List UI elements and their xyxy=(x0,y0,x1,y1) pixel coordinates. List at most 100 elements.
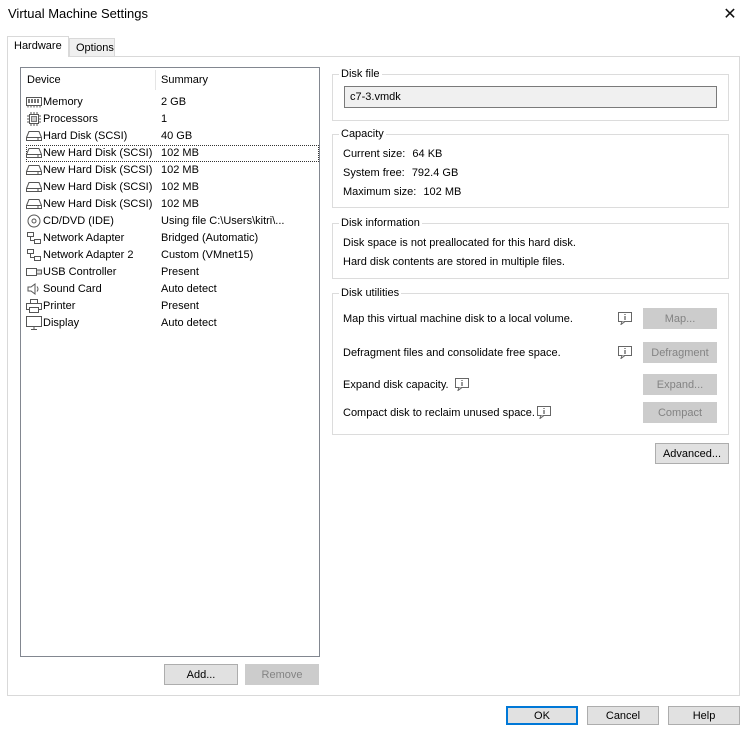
device-row[interactable]: USB Controller Present xyxy=(25,264,319,281)
system-free-value: 792.4 GB xyxy=(411,167,459,179)
device-name: Hard Disk (SCSI) xyxy=(43,130,128,142)
device-row[interactable]: Display Auto detect xyxy=(25,315,319,332)
current-size-value: 64 KB xyxy=(412,148,443,160)
column-header-summary[interactable]: Summary xyxy=(161,74,208,86)
capacity-title: Capacity xyxy=(339,128,386,140)
device-name: Printer xyxy=(43,300,76,312)
device-name: CD/DVD (IDE) xyxy=(43,215,114,227)
device-row[interactable]: Memory 2 GB xyxy=(25,94,319,111)
display-icon xyxy=(26,316,42,330)
compact-info-icon[interactable] xyxy=(537,406,551,422)
expand-info-icon[interactable] xyxy=(455,378,469,394)
device-summary: Custom (VMnet15) xyxy=(161,249,254,261)
system-free-row: System free: 792.4 GB xyxy=(343,167,458,179)
advanced-button[interactable]: Advanced... xyxy=(655,443,729,464)
compact-button[interactable]: Compact xyxy=(643,402,717,423)
disk-file-group: Disk file c7-3.vmdk xyxy=(332,68,729,121)
column-separator[interactable] xyxy=(155,70,156,90)
window-title: Virtual Machine Settings xyxy=(8,6,148,21)
capacity-group: Capacity Current size: 64 KB System free… xyxy=(332,128,729,208)
hard-disk-icon xyxy=(26,197,42,211)
device-name: Sound Card xyxy=(43,283,102,295)
device-name: Processors xyxy=(43,113,99,125)
close-icon: ✕ xyxy=(723,6,737,23)
device-row[interactable]: Processors 1 xyxy=(25,111,319,128)
expand-button[interactable]: Expand... xyxy=(643,374,717,395)
device-name: Network Adapter xyxy=(43,232,125,244)
max-size-row: Maximum size: 102 MB xyxy=(343,186,461,198)
device-summary: Present xyxy=(161,300,199,312)
disk-information-group: Disk information Disk space is not preal… xyxy=(332,217,729,279)
disk-utilities-group: Disk utilities Map this virtual machine … xyxy=(332,287,729,435)
device-name: New Hard Disk (SCSI) xyxy=(43,198,153,210)
map-info-icon[interactable] xyxy=(618,312,632,328)
defragment-info-icon[interactable] xyxy=(618,346,632,362)
device-row[interactable]: New Hard Disk (SCSI) 102 MB xyxy=(25,162,319,179)
device-summary: Using file C:\Users\kitri\... xyxy=(161,215,285,227)
map-description: Map this virtual machine disk to a local… xyxy=(343,313,573,325)
cancel-button[interactable]: Cancel xyxy=(587,706,659,725)
device-summary: 102 MB xyxy=(161,181,199,193)
device-row[interactable]: Sound Card Auto detect xyxy=(25,281,319,298)
device-row[interactable]: New Hard Disk (SCSI) 102 MB xyxy=(25,145,319,162)
tab-options[interactable]: Options xyxy=(69,38,115,56)
device-summary: Bridged (Automatic) xyxy=(161,232,259,244)
device-summary: Present xyxy=(161,266,199,278)
max-size-label: Maximum size: xyxy=(343,186,417,198)
device-name: New Hard Disk (SCSI) xyxy=(43,147,153,159)
close-button[interactable]: ✕ xyxy=(713,0,747,28)
cd-dvd-icon xyxy=(26,214,42,228)
system-free-label: System free: xyxy=(343,167,405,179)
current-size-label: Current size: xyxy=(343,148,406,160)
device-summary: 40 GB xyxy=(161,130,193,142)
memory-icon xyxy=(26,95,42,109)
device-name: Network Adapter 2 xyxy=(43,249,134,261)
device-summary: 102 MB xyxy=(161,198,199,210)
disk-file-field[interactable]: c7-3.vmdk xyxy=(344,86,717,108)
device-summary: 102 MB xyxy=(161,147,199,159)
current-size-row: Current size: 64 KB xyxy=(343,148,442,160)
map-button[interactable]: Map... xyxy=(643,308,717,329)
hard-disk-icon xyxy=(26,180,42,194)
device-summary: Auto detect xyxy=(161,283,217,295)
device-name: USB Controller xyxy=(43,266,117,278)
processor-icon xyxy=(26,112,42,126)
add-button[interactable]: Add... xyxy=(164,664,238,685)
disk-info-line-2: Hard disk contents are stored in multipl… xyxy=(343,256,565,268)
device-row[interactable]: Network Adapter Bridged (Automatic) xyxy=(25,230,319,247)
device-row[interactable]: Printer Present xyxy=(25,298,319,315)
device-name: Memory xyxy=(43,96,83,108)
disk-info-line-1: Disk space is not preallocated for this … xyxy=(343,237,576,249)
device-row[interactable]: Hard Disk (SCSI) 40 GB xyxy=(25,128,319,145)
device-name: New Hard Disk (SCSI) xyxy=(43,164,153,176)
printer-icon xyxy=(26,299,42,313)
hard-disk-icon xyxy=(26,163,42,177)
disk-utilities-title: Disk utilities xyxy=(339,287,402,299)
device-list[interactable]: Device Summary Memory 2 GB Processors 1 Hard… xyxy=(20,67,320,657)
device-name: New Hard Disk (SCSI) xyxy=(43,181,153,193)
device-summary: 102 MB xyxy=(161,164,199,176)
hard-disk-icon xyxy=(26,129,42,143)
network-adapter-icon xyxy=(26,231,42,245)
column-header-device[interactable]: Device xyxy=(27,74,61,86)
device-row[interactable]: New Hard Disk (SCSI) 102 MB xyxy=(25,196,319,213)
defragment-description: Defragment files and consolidate free sp… xyxy=(343,347,561,359)
disk-information-title: Disk information xyxy=(339,217,422,229)
remove-button[interactable]: Remove xyxy=(245,664,319,685)
network-adapter-icon xyxy=(26,248,42,262)
hardware-panel: Device Summary Memory 2 GB Processors 1 Hard… xyxy=(7,56,740,696)
device-row[interactable]: New Hard Disk (SCSI) 102 MB xyxy=(25,179,319,196)
device-row[interactable]: Network Adapter 2 Custom (VMnet15) xyxy=(25,247,319,264)
device-name: Display xyxy=(43,317,80,329)
usb-icon xyxy=(26,265,42,279)
device-summary: 1 xyxy=(161,113,168,125)
help-button[interactable]: Help xyxy=(668,706,740,725)
ok-button[interactable]: OK xyxy=(506,706,578,725)
sound-icon xyxy=(26,282,42,296)
tab-hardware[interactable]: Hardware xyxy=(7,36,69,57)
defragment-button[interactable]: Defragment xyxy=(643,342,717,363)
device-summary: 2 GB xyxy=(161,96,187,108)
device-row[interactable]: CD/DVD (IDE) Using file C:\Users\kitri\..… xyxy=(25,213,319,230)
disk-file-title: Disk file xyxy=(339,68,382,80)
compact-description: Compact disk to reclaim unused space. xyxy=(343,407,535,419)
